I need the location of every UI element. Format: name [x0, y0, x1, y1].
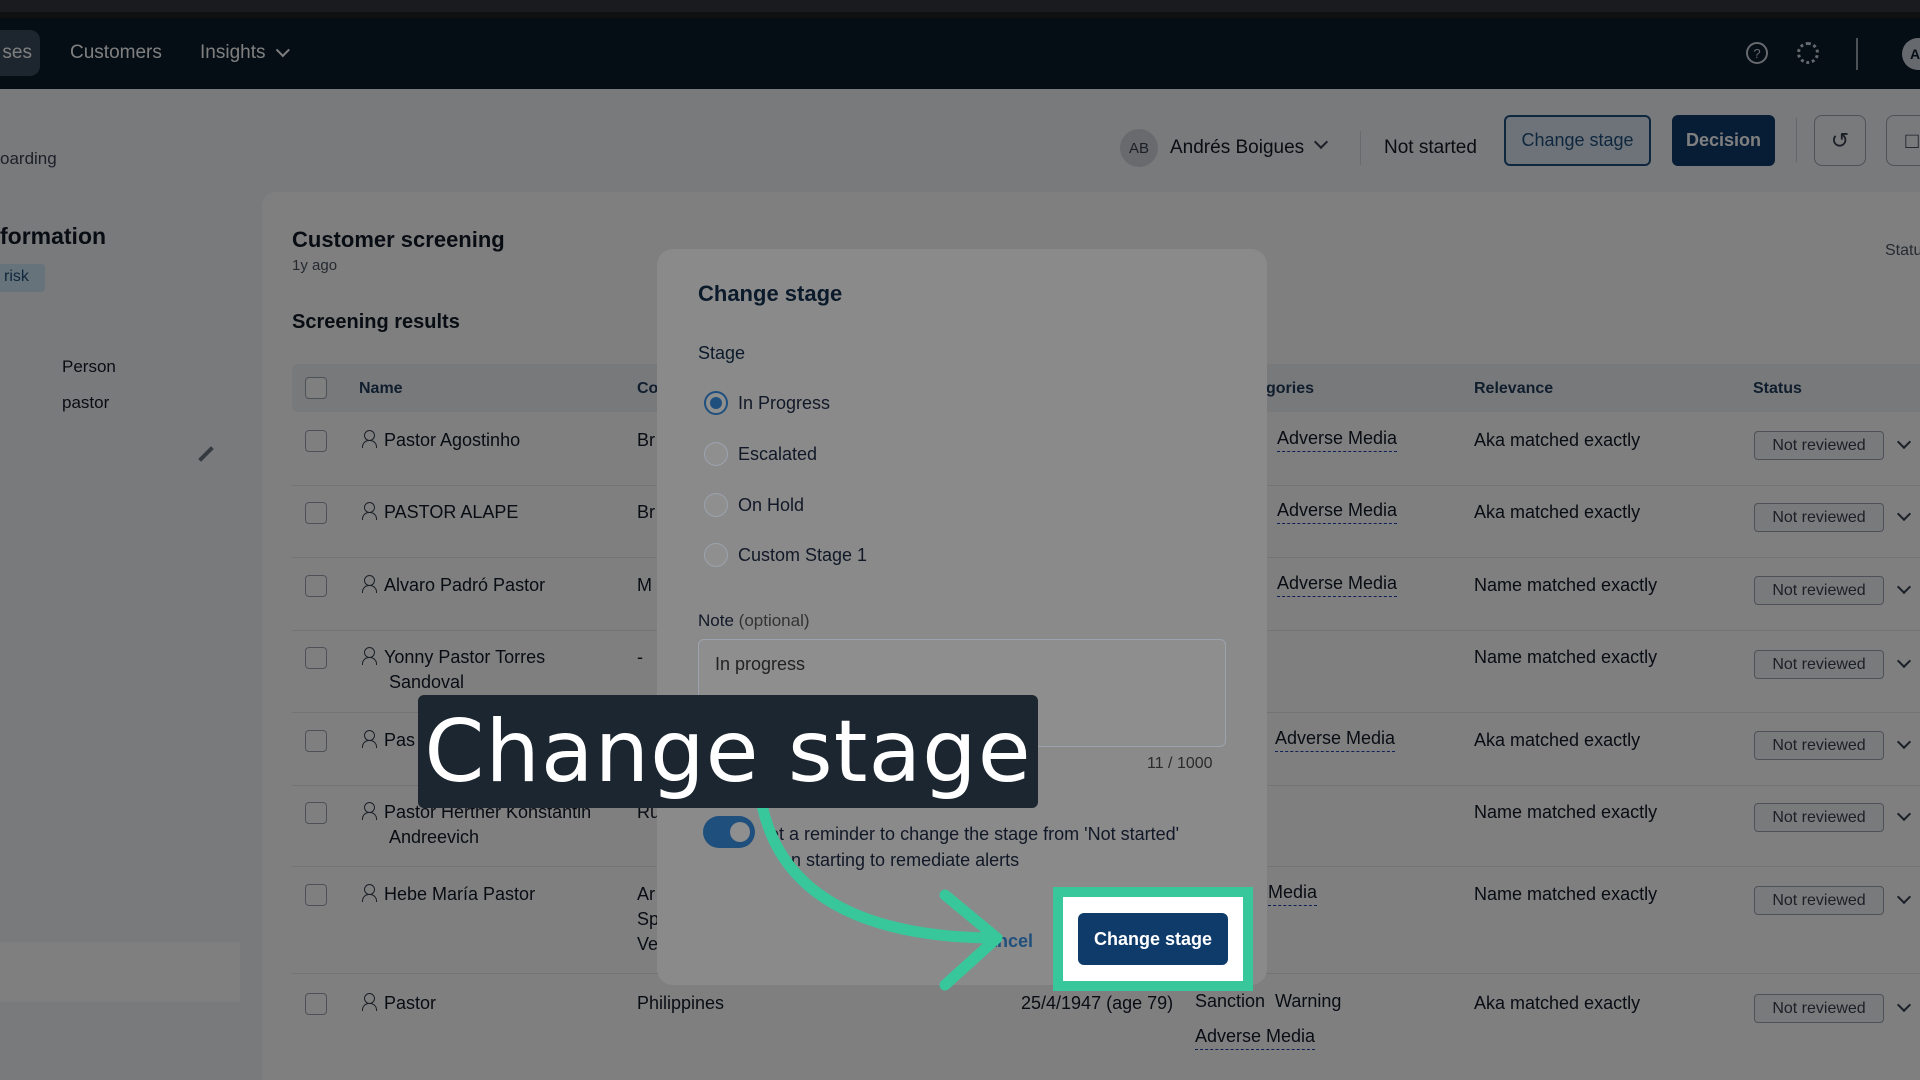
- reminder-line1: et a reminder to change the stage from '…: [769, 824, 1180, 844]
- radio-label-in-progress[interactable]: In Progress: [738, 393, 830, 414]
- radio-custom-stage-1[interactable]: [704, 543, 728, 567]
- cancel-button[interactable]: ancel: [987, 931, 1033, 952]
- modal-title: Change stage: [698, 281, 843, 306]
- radio-in-progress[interactable]: [704, 391, 728, 415]
- note-label-text: Note: [698, 611, 734, 630]
- stage-label: Stage: [698, 343, 746, 363]
- radio-on-hold[interactable]: [704, 493, 728, 517]
- char-count: 11 / 1000: [1147, 755, 1213, 772]
- radio-label-escalated[interactable]: Escalated: [738, 444, 817, 465]
- reminder-line2: en starting to remediate alerts: [781, 850, 1020, 870]
- radio-label-on-hold[interactable]: On Hold: [738, 495, 804, 516]
- note-label: Note (optional): [698, 611, 810, 631]
- tutorial-caption: Change stage: [418, 695, 1038, 808]
- confirm-highlight: Change stage: [1053, 887, 1253, 991]
- radio-label-custom-stage-1[interactable]: Custom Stage 1: [738, 545, 867, 566]
- radio-escalated[interactable]: [704, 442, 728, 466]
- change-stage-modal: Change stage Stage In Progress Escalated…: [657, 249, 1267, 985]
- note-optional: (optional): [738, 611, 810, 630]
- confirm-change-stage-button[interactable]: Change stage: [1078, 913, 1228, 965]
- reminder-toggle[interactable]: [703, 816, 755, 848]
- reminder-text: et a reminder to change the stage from '…: [769, 821, 1239, 873]
